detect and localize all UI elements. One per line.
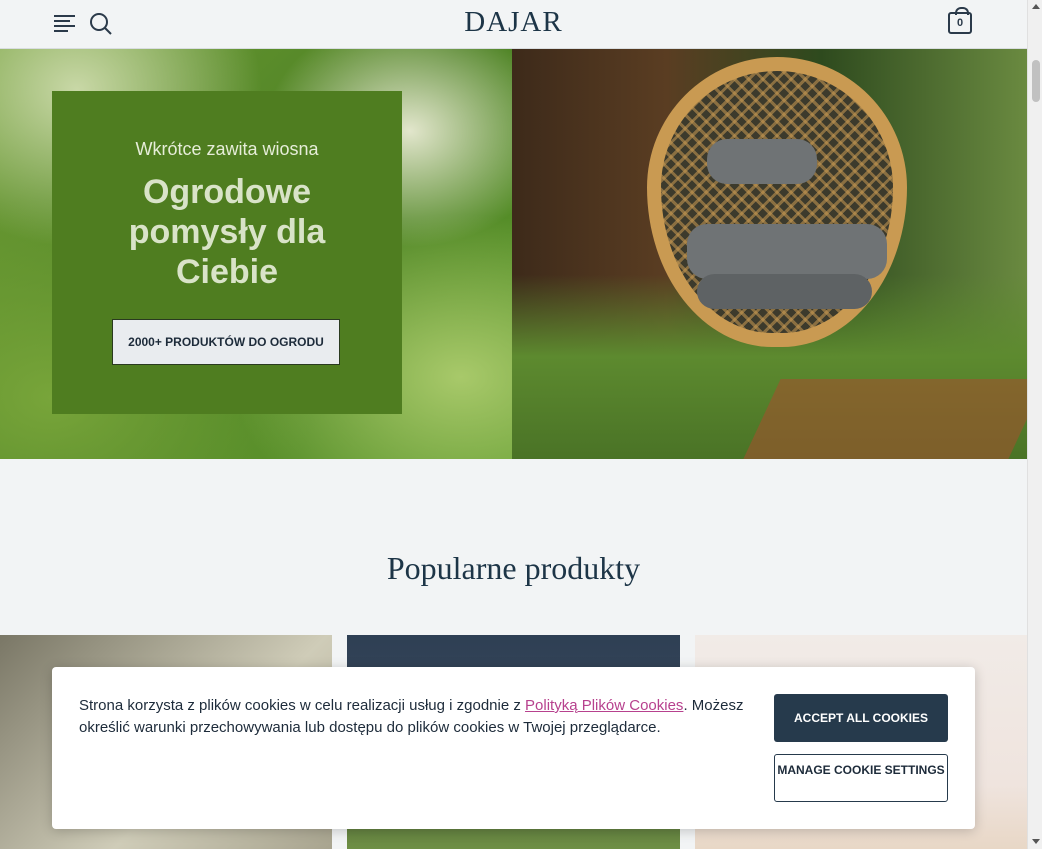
cookie-text-before: Strona korzysta z plików cookies w celu … [79, 697, 526, 714]
deck-shape [743, 379, 1027, 459]
hero-title: Ogrodowe pomysły dla Ciebie [128, 173, 326, 291]
shopping-bag-icon[interactable]: 0 [948, 7, 972, 34]
cookie-banner: Strona korzysta z plików cookies w celu … [52, 667, 975, 829]
cart-count: 0 [956, 17, 964, 29]
hero-cta-button[interactable]: 2000+ PRODUKTÓW DO OGRODU [112, 319, 340, 365]
cushion-top [707, 139, 817, 184]
cookie-message: Strona korzysta z plików cookies w celu … [79, 695, 749, 739]
cushion-seat [697, 274, 872, 309]
hero-subtitle: Wkrótce zawita wiosna [135, 139, 319, 159]
cookie-policy-link[interactable]: Polityką Plików Cookies [525, 697, 683, 714]
manage-cookie-settings-button[interactable]: MANAGE COOKIE SETTINGS [774, 754, 948, 802]
scroll-up-icon[interactable] [1032, 4, 1040, 9]
hero-panel: Wkrótce zawita wiosna Ogrodowe pomysły d… [52, 91, 402, 414]
scroll-down-icon[interactable] [1032, 839, 1040, 844]
hero-banner[interactable]: Wkrótce zawita wiosna Ogrodowe pomysły d… [0, 49, 1027, 459]
scrollbar[interactable] [1027, 0, 1042, 849]
popular-products-title: Popularne produkty [386, 550, 641, 586]
scroll-thumb[interactable] [1032, 60, 1040, 102]
hanging-chair-image [512, 49, 1027, 459]
accept-all-cookies-button[interactable]: ACCEPT ALL COOKIES [774, 694, 948, 742]
cushion-back [687, 224, 887, 279]
site-header: DAJAR 0 [0, 0, 1027, 49]
site-logo[interactable]: DAJAR [0, 6, 1027, 39]
